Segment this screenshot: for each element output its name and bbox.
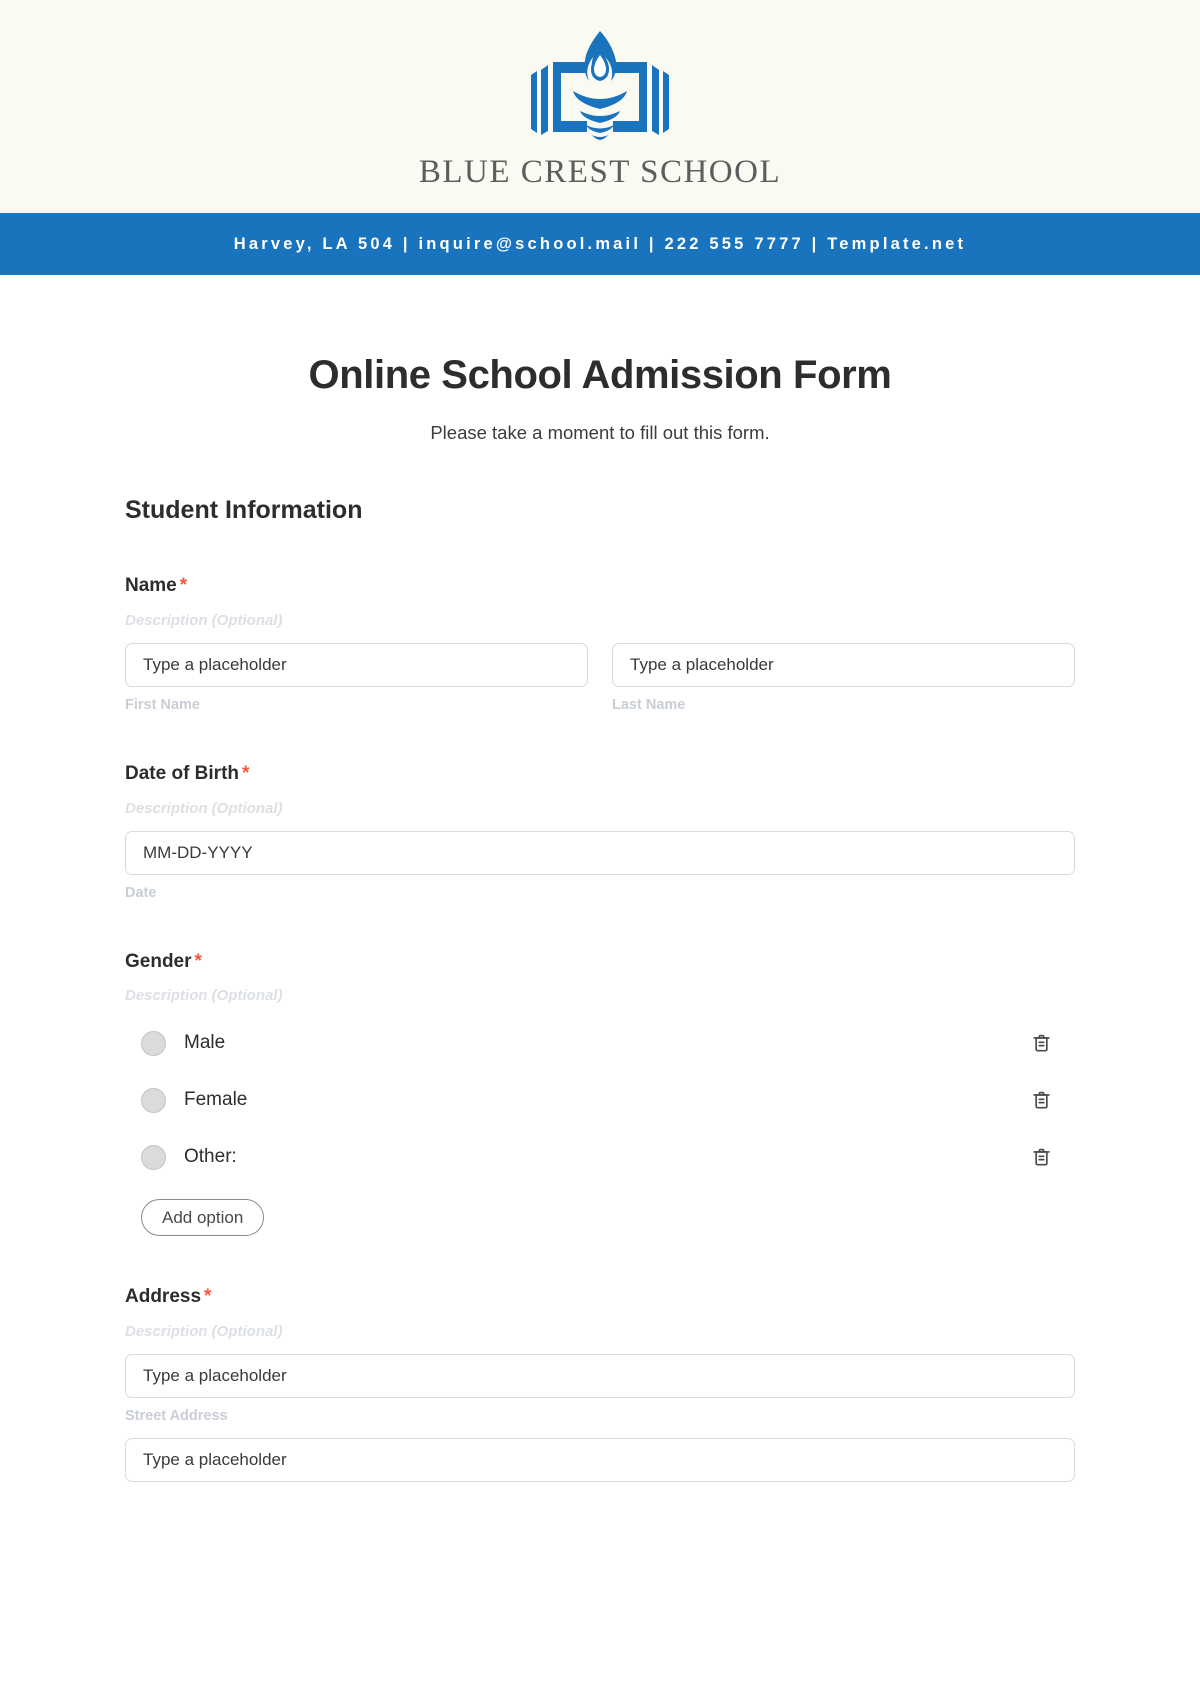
book-torch-logo-icon: [531, 31, 669, 140]
street-address-col: Street Address: [125, 1354, 1075, 1424]
gender-option-label: Other:: [184, 1146, 237, 1168]
letterhead: BLUE CREST SCHOOL: [0, 0, 1200, 213]
delete-option-button-female[interactable]: [1028, 1087, 1054, 1113]
required-asterisk: *: [242, 762, 250, 784]
field-label-date-of-birth: Date of Birth *: [125, 763, 1075, 786]
name-inputs-row: First Name Last Name: [125, 642, 1075, 713]
street-address-input[interactable]: [125, 1354, 1075, 1399]
field-description-gender: Description (Optional): [125, 987, 283, 1005]
gender-option-row[interactable]: Female: [125, 1079, 1075, 1121]
field-description-dob: Description (Optional): [125, 799, 283, 817]
field-name: Name* Description (Optional) First Name …: [125, 575, 1075, 713]
trash-icon: [1032, 1035, 1050, 1052]
delete-option-button-other[interactable]: [1028, 1144, 1054, 1170]
field-label-dob-text: Date of Birth: [125, 762, 239, 784]
trash-icon: [1032, 1092, 1050, 1109]
dob-col: Date: [125, 830, 1075, 901]
address-line2-col: [125, 1438, 1075, 1483]
last-name-col: Last Name: [612, 642, 1075, 713]
dob-sub-label: Date: [125, 884, 157, 901]
field-description-address: Description (Optional): [125, 1323, 283, 1341]
school-logo: [0, 28, 1200, 148]
street-address-sub-label: Street Address: [125, 1408, 228, 1425]
gender-option-label: Female: [184, 1089, 248, 1111]
radio-button-female[interactable]: [141, 1087, 166, 1113]
first-name-input[interactable]: [125, 642, 588, 687]
gender-option-list: Male Female Other: Add option: [125, 1022, 1075, 1237]
delete-option-button-male[interactable]: [1028, 1030, 1054, 1056]
date-of-birth-input[interactable]: [125, 830, 1075, 875]
address-line2-row: [125, 1438, 1075, 1483]
field-label-name: Name *: [125, 575, 1075, 598]
required-asterisk: *: [194, 950, 202, 972]
last-name-sub-label: Last Name: [612, 696, 686, 713]
field-gender: Gender * Description (Optional) Male Fem…: [125, 951, 1075, 1237]
radio-button-male[interactable]: [141, 1030, 166, 1056]
address-street-row: Street Address: [125, 1354, 1075, 1424]
field-description-name: Description (Optional): [125, 611, 283, 629]
required-asterisk: *: [179, 575, 188, 596]
field-address: Address* Description (Optional) Street A…: [125, 1286, 1075, 1483]
form-body: Online School Admission Form Please take…: [0, 353, 1200, 1483]
add-option-button[interactable]: Add option: [141, 1199, 265, 1237]
field-date-of-birth: Date of Birth* Description (Optional) Da…: [125, 763, 1075, 901]
gender-option-row[interactable]: Male: [125, 1022, 1075, 1064]
first-name-col: First Name: [125, 642, 588, 713]
field-label-address: Address *: [125, 1286, 1075, 1309]
page-title: Online School Admission Form: [308, 353, 892, 397]
contact-bar: Harvey, LA 504 | inquire@school.mail | 2…: [0, 213, 1200, 275]
form-subtitle: Please take a moment to fill out this fo…: [430, 422, 770, 443]
field-label-gender-text: Gender: [125, 950, 192, 972]
section-heading-student-information: Student Information: [125, 496, 363, 524]
first-name-sub-label: First Name: [125, 696, 200, 713]
field-label-gender: Gender *: [125, 951, 1075, 974]
field-label-name-text: Name: [125, 575, 177, 596]
contact-info-text: Harvey, LA 504 | inquire@school.mail | 2…: [233, 234, 967, 253]
radio-button-other[interactable]: [141, 1144, 166, 1170]
required-asterisk: *: [204, 1286, 212, 1308]
field-label-address-text: Address: [125, 1286, 202, 1308]
gender-option-label: Male: [184, 1032, 226, 1054]
trash-icon: [1032, 1149, 1050, 1166]
address-line2-input[interactable]: [125, 1438, 1075, 1483]
dob-inputs-row: Date: [125, 830, 1075, 901]
last-name-input[interactable]: [612, 642, 1075, 687]
school-name: BLUE CREST SCHOOL: [418, 154, 782, 190]
gender-option-row[interactable]: Other:: [125, 1136, 1075, 1178]
